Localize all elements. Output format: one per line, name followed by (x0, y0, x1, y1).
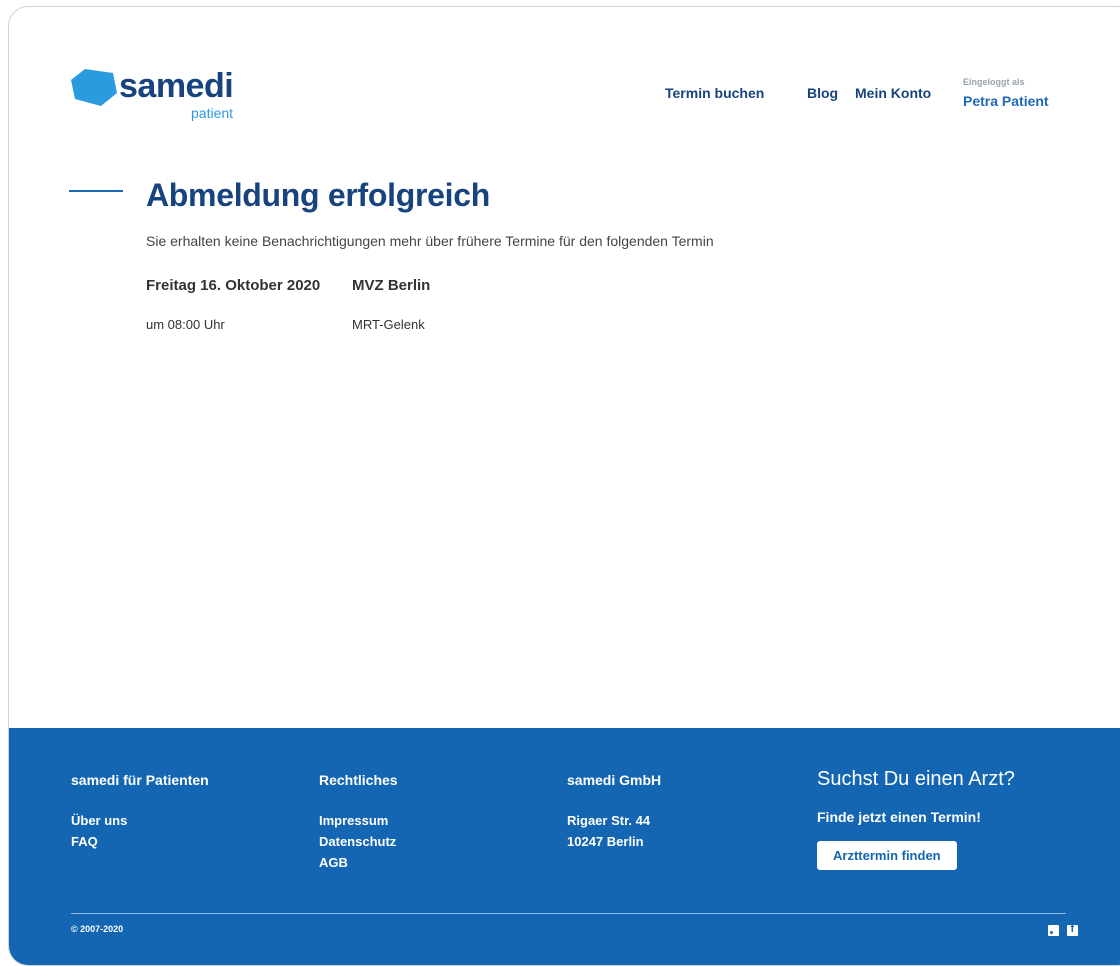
logged-in-user[interactable]: Petra Patient (963, 93, 1049, 109)
logo-subtitle: patient (191, 105, 234, 121)
appointment-date: Freitag 16. Oktober 2020 (146, 277, 321, 294)
title-accent-line (69, 190, 123, 192)
footer-heading: Rechtliches (319, 772, 398, 788)
nav-mein-konto[interactable]: Mein Konto (855, 85, 931, 101)
social-links (1044, 922, 1079, 940)
pentagon-logo-icon (71, 69, 117, 106)
arzttermin-finden-button[interactable]: Arzttermin finden (817, 841, 957, 870)
appointment-time: um 08:00 Uhr (146, 317, 225, 332)
company-city: 10247 Berlin (567, 834, 644, 849)
page-subtitle: Sie erhalten keine Benachrichtigungen me… (146, 233, 714, 249)
logged-in-label: Eingeloggt als (963, 77, 1025, 87)
company-street: Rigaer Str. 44 (567, 813, 651, 828)
appointment-place: MVZ Berlin (352, 277, 431, 294)
footer-link-impressum[interactable]: Impressum (319, 810, 398, 831)
footer-heading: samedi GmbH (567, 772, 662, 788)
footer-heading: samedi für Patienten (71, 772, 209, 788)
cta-subheading: Finde jetzt einen Termin! (817, 809, 981, 825)
footer-link-faq[interactable]: FAQ (71, 831, 209, 852)
footer-col-company: samedi GmbH Rigaer Str. 44 10247 Berlin (567, 772, 661, 852)
footer-col-rechtliches: Rechtliches Impressum Datenschutz AGB (319, 772, 398, 873)
footer-cta: Suchst Du einen Arzt? Finde jetzt einen … (817, 768, 1015, 870)
cta-heading: Suchst Du einen Arzt? (817, 768, 1015, 790)
nav-blog[interactable]: Blog (807, 85, 838, 101)
appointment-type: MRT-Gelenk (352, 317, 425, 332)
footer-col-patienten: samedi für Patienten Über uns FAQ (71, 772, 209, 852)
logo-wordmark: samedi (119, 67, 234, 105)
browser-frame: samedi patient Termin buchen Blog Mein K… (8, 6, 1120, 966)
nav-termin-buchen[interactable]: Termin buchen (665, 85, 764, 101)
footer-link-ueber-uns[interactable]: Über uns (71, 810, 209, 831)
footer-divider (71, 913, 1066, 914)
facebook-icon[interactable] (1067, 923, 1079, 937)
footer-link-datenschutz[interactable]: Datenschutz (319, 831, 398, 852)
page-title: Abmeldung erfolgreich (146, 177, 490, 213)
samedi-logo[interactable]: samedi patient (71, 67, 271, 127)
copyright: © 2007-2020 (71, 924, 124, 934)
footer: samedi für Patienten Über uns FAQ Rechtl… (9, 728, 1120, 965)
rss-icon[interactable] (1048, 925, 1059, 937)
footer-link-agb[interactable]: AGB (319, 852, 398, 873)
